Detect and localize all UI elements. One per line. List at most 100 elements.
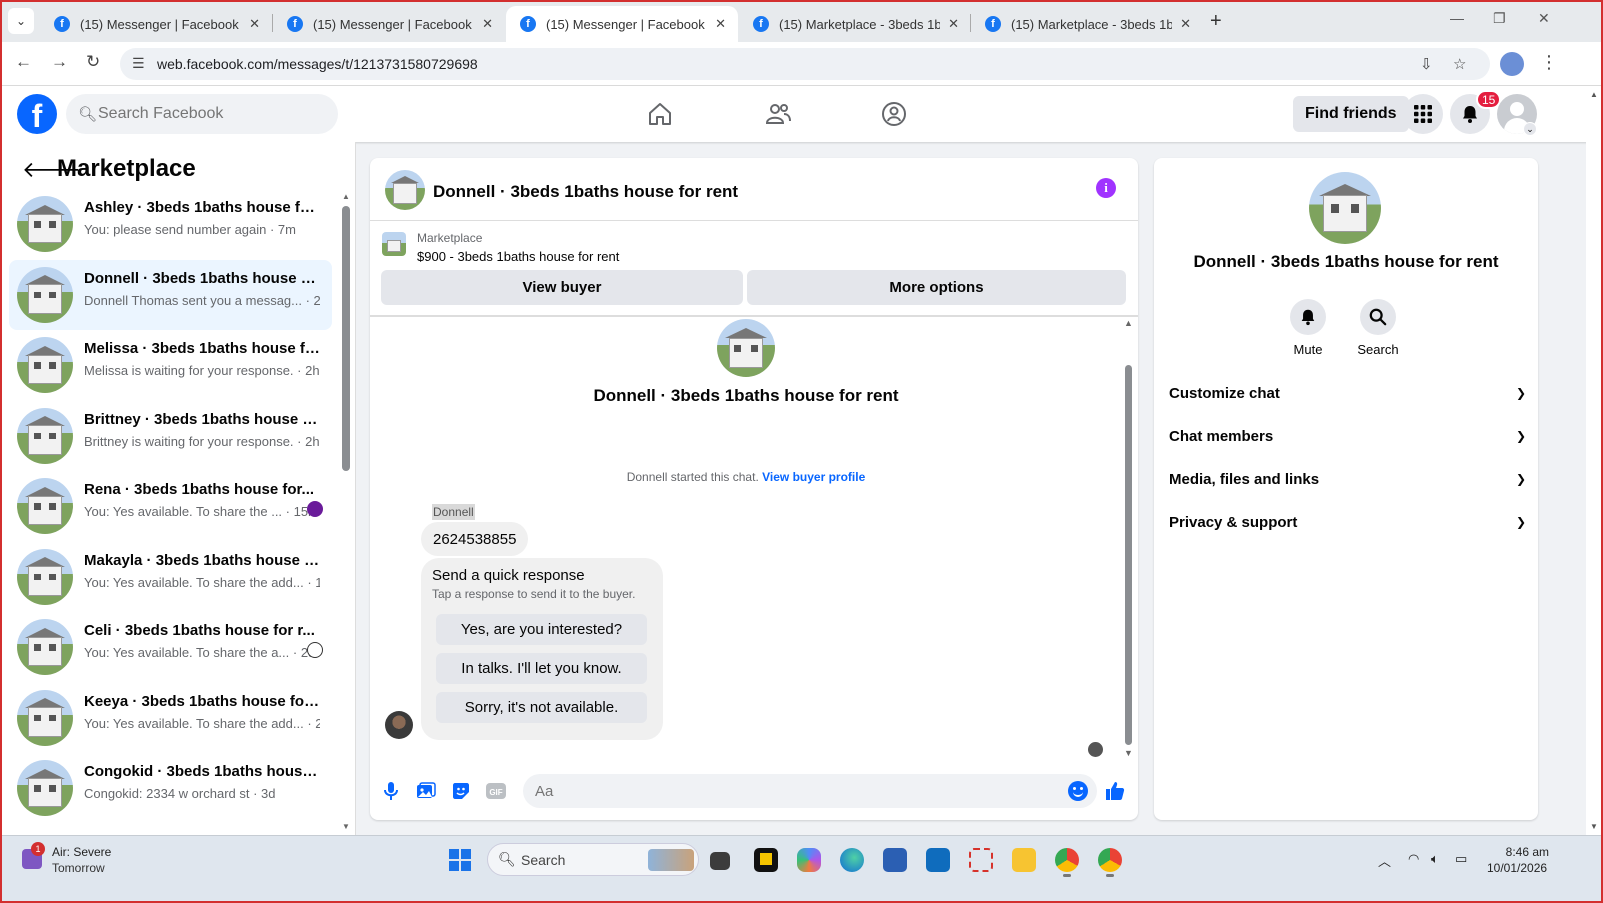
- chrome-profile-icon[interactable]: [1098, 848, 1122, 872]
- conversation-item[interactable]: Celi · 3beds 1baths house for r... You: Y…: [9, 612, 332, 683]
- tab-search-button[interactable]: ⌄: [8, 8, 34, 34]
- omnibox[interactable]: ☰ web.facebook.com/messages/t/1213731580…: [120, 48, 1490, 80]
- chrome-icon[interactable]: [1055, 848, 1079, 872]
- info-icon[interactable]: i: [1096, 178, 1116, 198]
- reload-icon[interactable]: ↻: [86, 52, 100, 72]
- quick-response-option[interactable]: Sorry, it's not available.: [436, 692, 647, 723]
- facebook-logo[interactable]: f: [17, 94, 57, 134]
- privacy-support-section[interactable]: Privacy & support ❯: [1169, 507, 1526, 537]
- scroll-up-icon[interactable]: ▲: [342, 192, 350, 201]
- site-info-icon[interactable]: ☰: [132, 55, 145, 72]
- close-tab-icon[interactable]: ✕: [1180, 16, 1191, 32]
- close-tab-icon[interactable]: ✕: [482, 16, 493, 32]
- search-conversation-button[interactable]: Search: [1348, 299, 1408, 357]
- view-buyer-profile-link[interactable]: View buyer profile: [762, 470, 865, 484]
- browser-tab[interactable]: f (15) Messenger | Facebook ✕: [273, 6, 505, 42]
- chat-members-section[interactable]: Chat members ❯: [1169, 421, 1526, 451]
- conversation-item[interactable]: Rena · 3beds 1baths house for... You: Yes…: [9, 471, 332, 542]
- back-icon[interactable]: ←: [15, 52, 32, 72]
- browser-menu-icon[interactable]: ⋮: [1540, 52, 1558, 73]
- find-friends-button[interactable]: Find friends: [1293, 96, 1409, 132]
- scroll-down-icon[interactable]: ▼: [1590, 822, 1598, 831]
- show-hidden-icons-icon[interactable]: ︿: [1378, 851, 1391, 870]
- more-options-button[interactable]: More options: [747, 270, 1126, 305]
- new-tab-icon[interactable]: +: [1210, 10, 1222, 33]
- scroll-down-icon[interactable]: ▼: [1124, 748, 1133, 758]
- close-tab-icon[interactable]: ✕: [948, 16, 959, 32]
- conversation-item[interactable]: Melissa · 3beds 1baths house for... Melis…: [9, 330, 332, 401]
- close-tab-icon[interactable]: ✕: [249, 16, 260, 32]
- copilot-icon[interactable]: [797, 848, 821, 872]
- conversation-item[interactable]: Donnell · 3beds 1baths house fo... Donnel…: [9, 259, 332, 330]
- sender-avatar[interactable]: [385, 711, 413, 739]
- message-composer[interactable]: [523, 774, 1097, 808]
- customize-chat-section[interactable]: Customize chat ❯: [1169, 378, 1526, 408]
- page-scrollbar[interactable]: ▲ ▼: [1586, 86, 1602, 835]
- microphone-icon[interactable]: [380, 780, 402, 802]
- friends-icon[interactable]: [764, 100, 792, 128]
- sidebar-scrollbar[interactable]: [342, 206, 350, 471]
- close-tab-icon[interactable]: ✕: [715, 16, 726, 32]
- taskbar-search[interactable]: 🔍︎ Search: [487, 843, 699, 876]
- clock-time[interactable]: 8:46 am: [1505, 845, 1549, 859]
- scroll-up-icon[interactable]: ▲: [1590, 90, 1598, 99]
- scroll-up-icon[interactable]: ▲: [1124, 318, 1133, 328]
- store-icon[interactable]: [883, 848, 907, 872]
- listing-thumbnail[interactable]: [382, 232, 406, 256]
- battery-icon[interactable]: ▭: [1455, 851, 1467, 867]
- photo-icon[interactable]: [415, 780, 437, 802]
- minimize-icon[interactable]: —: [1450, 10, 1464, 26]
- chat-scrollbar[interactable]: [1125, 365, 1132, 745]
- close-window-icon[interactable]: ✕: [1538, 10, 1550, 27]
- file-explorer-icon[interactable]: [1012, 848, 1036, 872]
- url-text[interactable]: web.facebook.com/messages/t/121373158072…: [157, 56, 478, 72]
- edge-icon[interactable]: [840, 848, 864, 872]
- menu-grid-button[interactable]: [1403, 94, 1443, 134]
- message-input[interactable]: [535, 774, 1055, 808]
- sticky-notes-icon[interactable]: [754, 848, 778, 872]
- conversation-item[interactable]: Keeya · 3beds 1baths house for r... You: …: [9, 683, 332, 754]
- home-icon[interactable]: [646, 100, 674, 128]
- browser-profile-avatar[interactable]: [1500, 52, 1524, 76]
- facebook-search[interactable]: 🔍︎: [66, 94, 338, 134]
- windows-start-icon[interactable]: [449, 849, 471, 871]
- mute-button[interactable]: Mute: [1278, 299, 1338, 357]
- volume-icon[interactable]: 🔈︎: [1431, 851, 1439, 867]
- facebook-search-input[interactable]: [98, 94, 328, 134]
- gif-icon[interactable]: GIF: [485, 780, 507, 802]
- conversation-item[interactable]: Congokid · 3beds 1baths house f... Congok…: [9, 753, 332, 824]
- sticker-icon[interactable]: [450, 780, 472, 802]
- browser-tab[interactable]: f (15) Messenger | Facebook ✕: [40, 6, 272, 42]
- browser-tab[interactable]: f (15) Marketplace - 3beds 1bath ✕: [739, 6, 971, 42]
- weather-title[interactable]: Air: Severe: [52, 845, 111, 859]
- browser-tab-active[interactable]: f (15) Messenger | Facebook ✕: [506, 6, 738, 42]
- outlook-icon[interactable]: [926, 848, 950, 872]
- clock-date[interactable]: 10/01/2026: [1487, 861, 1547, 875]
- emoji-icon[interactable]: [1068, 781, 1088, 801]
- quick-response-option[interactable]: In talks. I'll let you know.: [436, 653, 647, 684]
- forward-icon[interactable]: →: [51, 52, 68, 72]
- conversation-preview: You: Yes available. To share the add... …: [84, 715, 320, 731]
- groups-icon[interactable]: [880, 100, 908, 128]
- bookmark-star-icon[interactable]: ☆: [1453, 55, 1466, 73]
- conversation-item[interactable]: Makayla · 3beds 1baths house fo... You: Y…: [9, 542, 332, 613]
- browser-tab[interactable]: f (15) Marketplace - 3beds 1bath ✕: [971, 6, 1203, 42]
- view-buyer-button[interactable]: View buyer: [381, 270, 743, 305]
- scroll-down-icon[interactable]: ▼: [342, 822, 350, 831]
- media-files-links-section[interactable]: Media, files and links ❯: [1169, 464, 1526, 494]
- chevron-down-icon[interactable]: ⌄: [1523, 122, 1537, 136]
- weather-subtitle[interactable]: Tomorrow: [52, 861, 105, 875]
- quick-response-option[interactable]: Yes, are you interested?: [436, 614, 647, 645]
- conversation-item[interactable]: Brittney · 3beds 1baths house fo... Britt…: [9, 401, 332, 472]
- thumbs-up-icon[interactable]: [1104, 780, 1126, 802]
- task-view-icon[interactable]: [710, 852, 730, 870]
- listing-title[interactable]: $900 - 3beds 1baths house for rent: [417, 249, 619, 264]
- install-app-icon[interactable]: ⇩: [1420, 55, 1433, 73]
- conversation-item[interactable]: Ashley · 3beds 1baths house for ... You: …: [9, 189, 332, 260]
- message-bubble[interactable]: 2624538855: [421, 522, 529, 556]
- wifi-icon[interactable]: ◠: [1408, 851, 1419, 867]
- snipping-tool-icon[interactable]: [969, 848, 993, 872]
- chat-thumbnail[interactable]: [385, 170, 425, 210]
- chat-title[interactable]: Donnell · 3beds 1baths house for rent: [433, 182, 738, 202]
- restore-icon[interactable]: ❐: [1493, 10, 1506, 27]
